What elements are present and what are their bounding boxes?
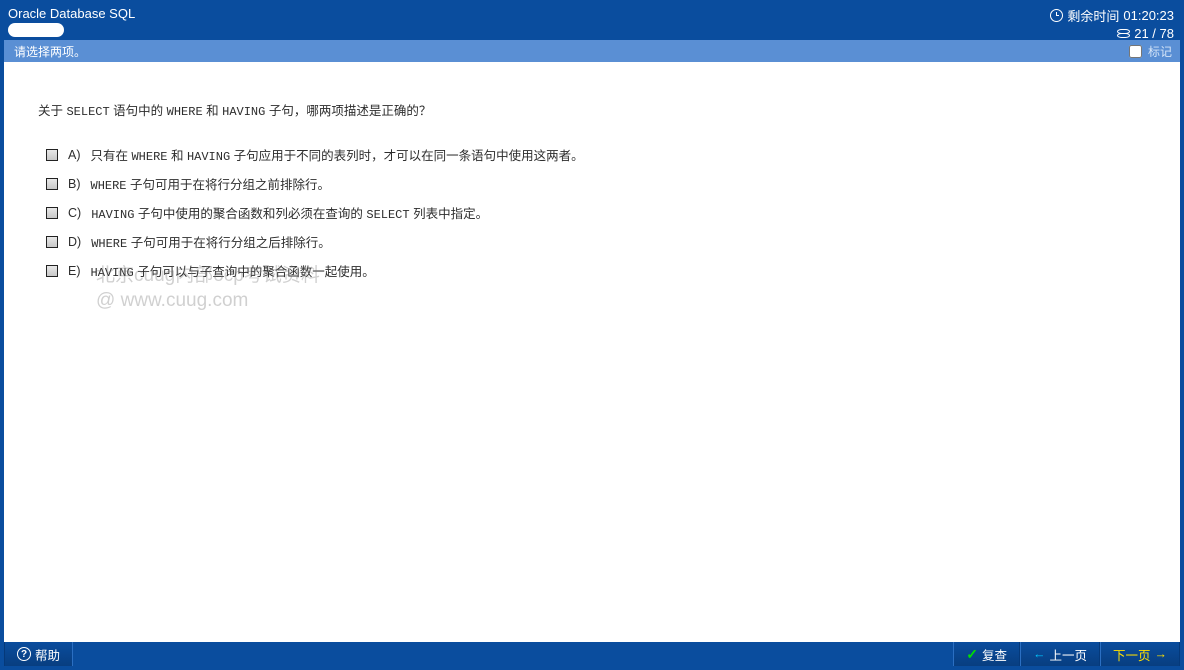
option-a[interactable]: A) 只有在 WHERE 和 HAVING 子句应用于不同的表列时，才可以在同一… — [46, 145, 1160, 164]
options-list: A) 只有在 WHERE 和 HAVING 子句应用于不同的表列时，才可以在同一… — [46, 145, 1160, 280]
stack-icon — [1117, 29, 1130, 39]
option-label: C) — [68, 206, 81, 220]
option-b[interactable]: B) WHERE 子句可用于在将行分组之前排除行。 — [46, 174, 1160, 193]
q-mid: 语句中的 — [110, 104, 167, 118]
clock-icon — [1050, 9, 1063, 22]
footer-right: ✓ 复查 ← 上一页 下一页 → — [953, 642, 1180, 666]
option-text: WHERE 子句可用于在将行分组之后排除行。 — [91, 232, 331, 251]
checkbox-icon[interactable] — [46, 178, 58, 190]
option-label: E) — [68, 264, 81, 278]
header-bar: Oracle Database SQL 剩余时间 01:20:23 21 / 7… — [4, 4, 1180, 40]
mark-label: 标记 — [1148, 43, 1172, 60]
q-mid: 和 — [203, 104, 222, 118]
arrow-left-icon: ← — [1033, 647, 1046, 661]
progress: 21 / 78 — [1117, 26, 1174, 41]
progress-text: 21 / 78 — [1134, 26, 1174, 41]
review-button[interactable]: ✓ 复查 — [953, 642, 1020, 666]
timer-value: 01:20:23 — [1123, 8, 1174, 23]
prev-label: 上一页 — [1049, 645, 1087, 664]
option-label: A) — [68, 148, 81, 162]
instruction-text: 请选择两项。 — [14, 43, 86, 60]
review-label: 复查 — [982, 645, 1007, 664]
q-kw: SELECT — [66, 105, 109, 119]
option-label: B) — [68, 177, 81, 191]
next-label: 下一页 — [1113, 645, 1151, 664]
option-text: HAVING 子句可以与子查询中的聚合函数一起使用。 — [91, 261, 375, 280]
footer-bar: ? 帮助 ✓ 复查 ← 上一页 下一页 → — [4, 642, 1180, 666]
q-prefix: 关于 — [38, 104, 66, 118]
header-right: 剩余时间 01:20:23 21 / 78 — [1050, 6, 1174, 38]
help-icon: ? — [17, 647, 31, 661]
arrow-right-icon: → — [1155, 647, 1168, 661]
prev-button[interactable]: ← 上一页 — [1020, 642, 1100, 666]
footer-left: ? 帮助 — [4, 642, 73, 666]
q-kw: HAVING — [222, 105, 265, 119]
q-suffix: 子句，哪两项描述是正确的？ — [265, 104, 431, 118]
option-label: D) — [68, 235, 81, 249]
option-text: WHERE 子句可用于在将行分组之前排除行。 — [91, 174, 331, 193]
option-d[interactable]: D) WHERE 子句可用于在将行分组之后排除行。 — [46, 232, 1160, 251]
mark-checkbox[interactable] — [1129, 45, 1142, 58]
content-area: 关于 SELECT 语句中的 WHERE 和 HAVING 子句，哪两项描述是正… — [4, 62, 1180, 642]
app-title: Oracle Database SQL — [8, 6, 135, 21]
app-frame: Oracle Database SQL 剩余时间 01:20:23 21 / 7… — [0, 0, 1184, 670]
instruction-bar: 请选择两项。 标记 — [4, 40, 1180, 62]
help-label: 帮助 — [35, 645, 60, 664]
option-text: HAVING 子句中使用的聚合函数和列必须在查询的 SELECT 列表中指定。 — [91, 203, 488, 222]
checkbox-icon[interactable] — [46, 236, 58, 248]
help-button[interactable]: ? 帮助 — [4, 642, 73, 666]
next-button[interactable]: 下一页 → — [1100, 642, 1180, 666]
option-c[interactable]: C) HAVING 子句中使用的聚合函数和列必须在查询的 SELECT 列表中指… — [46, 203, 1160, 222]
check-icon: ✓ — [966, 646, 978, 663]
mark-question[interactable]: 标记 — [1129, 43, 1172, 60]
watermark-line2: @ www.cuug.com — [96, 289, 320, 314]
timer: 剩余时间 01:20:23 — [1050, 6, 1174, 25]
timer-label: 剩余时间 — [1067, 6, 1119, 25]
header-left: Oracle Database SQL — [8, 6, 135, 38]
checkbox-icon[interactable] — [46, 149, 58, 161]
option-e[interactable]: E) HAVING 子句可以与子查询中的聚合函数一起使用。 — [46, 261, 1160, 280]
option-text: 只有在 WHERE 和 HAVING 子句应用于不同的表列时，才可以在同一条语句… — [91, 145, 584, 164]
checkbox-icon[interactable] — [46, 265, 58, 277]
checkbox-icon[interactable] — [46, 207, 58, 219]
candidate-badge — [8, 23, 64, 37]
question-text: 关于 SELECT 语句中的 WHERE 和 HAVING 子句，哪两项描述是正… — [32, 100, 1160, 119]
q-kw: WHERE — [167, 105, 203, 119]
